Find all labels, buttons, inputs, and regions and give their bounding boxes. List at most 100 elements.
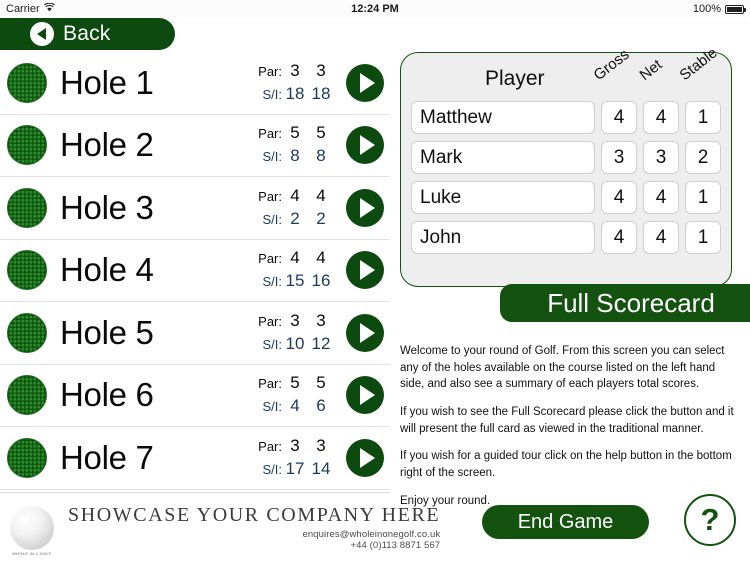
- par-value-1: 5: [290, 373, 300, 393]
- si-value-1: 17: [285, 458, 305, 478]
- instructions-paragraph-2: If you wish to see the Full Scorecard pl…: [400, 406, 734, 435]
- end-game-button[interactable]: End Game: [482, 505, 649, 539]
- hole-si-line: S/I: 2 2: [246, 208, 334, 231]
- par-label: Par:: [258, 438, 282, 454]
- hole-si-line: S/I: 10 12: [246, 333, 334, 356]
- column-header-stable: Stable: [676, 44, 721, 84]
- golf-ball-icon: [7, 375, 47, 416]
- player-name-field[interactable]: Mark: [411, 141, 595, 174]
- hole-par-line: Par: 3 3: [246, 60, 334, 83]
- hole-row[interactable]: Hole 6 Par: 5 5 S/I: 4 6: [0, 365, 390, 427]
- golf-ball-icon: [7, 62, 47, 103]
- gross-score-cell[interactable]: 4: [601, 101, 637, 134]
- play-arrow-icon[interactable]: [346, 313, 384, 352]
- si-label: S/I:: [262, 149, 282, 165]
- gross-score-cell[interactable]: 4: [601, 221, 637, 254]
- column-header-gross: Gross: [590, 45, 633, 84]
- si-value-1: 2: [290, 208, 300, 228]
- advert-phone: +44 (0)113 8871 567: [350, 540, 441, 551]
- hole-name: Hole 5: [60, 313, 154, 351]
- hole-par-line: Par: 5 5: [246, 372, 334, 395]
- scorecard-row[interactable]: Matthew 4 4 1: [401, 101, 731, 134]
- hole-si-line: S/I: 15 16: [246, 270, 334, 293]
- advert-email: enquires@wholeinonegolf.co.uk: [302, 529, 441, 540]
- hole-row[interactable]: Hole 5 Par: 3 3 S/I: 10 12: [0, 302, 390, 365]
- si-value-1: 18: [285, 83, 305, 103]
- scorecard-row[interactable]: Luke 4 4 1: [401, 181, 731, 214]
- hole-row[interactable]: Hole 8Par:44S/I:: [0, 490, 390, 491]
- golf-ball-logo-icon: WHOLE IN 1 GOLF: [10, 505, 54, 556]
- hole-name: Hole 7: [60, 438, 154, 476]
- back-button[interactable]: Back: [0, 18, 175, 50]
- player-name-field[interactable]: Matthew: [411, 101, 595, 134]
- golf-ball-icon: [7, 437, 47, 478]
- player-name-field[interactable]: Luke: [411, 181, 595, 214]
- advert-title: SHOWCASE YOUR COMPANY HERE: [68, 504, 441, 526]
- par-label: Par:: [258, 126, 282, 142]
- hole-row[interactable]: Hole 1 Par: 3 3 S/I: 18 18: [0, 52, 390, 115]
- play-arrow-icon[interactable]: [346, 63, 384, 102]
- net-score-cell[interactable]: 4: [643, 221, 679, 254]
- hole-row[interactable]: Hole 2 Par: 5 5 S/I: 8 8: [0, 115, 390, 177]
- si-label: S/I:: [262, 211, 282, 227]
- hole-row[interactable]: Hole 7 Par: 3 3 S/I: 17 14: [0, 427, 390, 490]
- si-value-1: 4: [290, 396, 300, 416]
- hole-par-line: Par: 4 4: [246, 185, 334, 208]
- stable-score-cell[interactable]: 1: [685, 221, 721, 254]
- par-value-1: 3: [290, 435, 300, 455]
- scorecard-row[interactable]: Mark 3 3 2: [401, 141, 731, 174]
- status-bar-time: 12:24 PM: [351, 3, 399, 15]
- play-arrow-icon[interactable]: [346, 438, 384, 477]
- par-value-1: 5: [290, 123, 300, 143]
- si-value-2: 12: [311, 333, 331, 353]
- instructions-text: Welcome to your round of Golf. From this…: [400, 343, 740, 520]
- net-score-cell[interactable]: 4: [643, 101, 679, 134]
- gross-score-cell[interactable]: 4: [601, 181, 637, 214]
- stable-score-cell[interactable]: 2: [685, 141, 721, 174]
- battery-full-icon: [725, 4, 746, 14]
- play-arrow-icon[interactable]: [346, 251, 384, 290]
- si-label: S/I:: [262, 461, 282, 477]
- help-button[interactable]: ?: [684, 494, 736, 546]
- par-label: Par:: [258, 376, 282, 392]
- par-value-2: 4: [316, 185, 326, 205]
- hole-si-line: S/I: 18 18: [246, 83, 334, 106]
- scorecard-row[interactable]: John 4 4 1: [401, 221, 731, 254]
- par-value-2: 3: [316, 435, 326, 455]
- play-arrow-icon[interactable]: [346, 188, 384, 227]
- scorecard-header: Player Gross Net Stable: [401, 44, 731, 101]
- net-score-cell[interactable]: 4: [643, 181, 679, 214]
- scorecard-rows: Matthew 4 4 1 Mark 3 3 2 Luke 4 4 1 John 4 4 1: [401, 101, 731, 254]
- si-label: S/I:: [262, 86, 282, 102]
- gross-score-cell[interactable]: 3: [601, 141, 637, 174]
- net-score-cell[interactable]: 3: [643, 141, 679, 174]
- par-label: Par:: [258, 63, 282, 79]
- hole-par-line: Par: 4 4: [246, 247, 334, 270]
- si-value-1: 10: [285, 333, 305, 353]
- par-value-2: 3: [316, 60, 326, 80]
- golf-ball-icon: [7, 250, 47, 291]
- player-name-field[interactable]: John: [411, 221, 595, 254]
- hole-row[interactable]: Hole 4 Par: 4 4 S/I: 15 16: [0, 240, 390, 302]
- golf-ball-icon: [7, 312, 47, 353]
- full-scorecard-button[interactable]: Full Scorecard: [500, 284, 750, 322]
- si-value-2: 8: [316, 146, 326, 166]
- hole-list[interactable]: Hole 1 Par: 3 3 S/I: 18 18 Hole 2 Par: 5 5 S/I: 8 8 Ho…: [0, 52, 390, 490]
- par-value-2: 5: [316, 123, 326, 143]
- advert-banner: WHOLE IN 1 GOLF SHOWCASE YOUR COMPANY HE…: [0, 492, 440, 562]
- si-value-2: 16: [311, 271, 331, 291]
- stable-score-cell[interactable]: 1: [685, 101, 721, 134]
- question-mark-icon: ?: [700, 502, 720, 537]
- play-arrow-icon[interactable]: [346, 126, 384, 165]
- golf-ball-icon: [7, 125, 47, 166]
- par-label: Par:: [258, 188, 282, 204]
- par-value-1: 3: [290, 310, 300, 330]
- par-value-1: 3: [290, 60, 300, 80]
- hole-par-line: Par: 5 5: [246, 122, 334, 145]
- si-label: S/I:: [262, 399, 282, 415]
- column-header-net: Net: [636, 56, 666, 84]
- hole-name: Hole 3: [60, 188, 154, 226]
- stable-score-cell[interactable]: 1: [685, 181, 721, 214]
- hole-row[interactable]: Hole 3 Par: 4 4 S/I: 2 2: [0, 177, 390, 240]
- play-arrow-icon[interactable]: [346, 376, 384, 415]
